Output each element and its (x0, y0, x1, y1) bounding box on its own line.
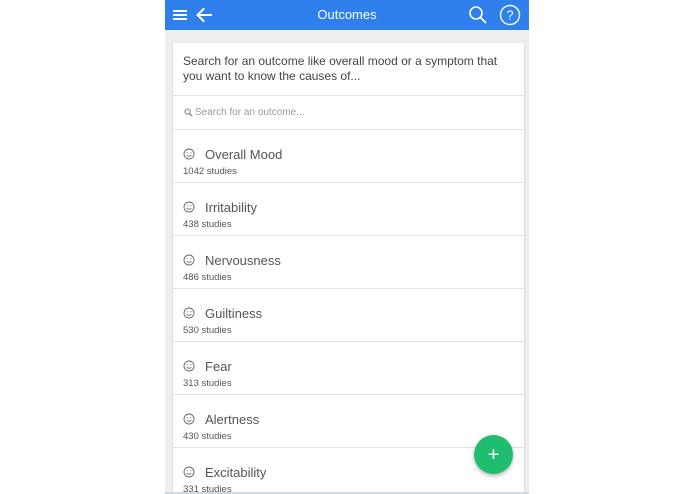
outcome-item[interactable]: Overall Mood 1042 studies (173, 130, 524, 183)
outcome-list: Overall Mood 1042 studies Irritability 438 … (173, 130, 524, 494)
help-button[interactable]: ? (497, 0, 523, 30)
search-icon (469, 6, 487, 24)
face-icon (183, 360, 195, 372)
outcome-item[interactable]: Excitability 331 studies (173, 448, 524, 494)
app-frame: Outcomes ? Search for an outcome like ov… (165, 0, 529, 494)
face-icon (183, 307, 195, 319)
add-outcome-button[interactable]: + (474, 435, 513, 474)
back-arrow-icon (196, 7, 212, 23)
outcome-study-count: 438 studies (183, 219, 232, 230)
help-icon: ? (499, 4, 521, 26)
outcome-name: Overall Mood (205, 147, 283, 162)
intro-text: Search for an outcome like overall mood … (173, 43, 524, 96)
outcome-item[interactable]: Irritability 438 studies (173, 183, 524, 236)
outcome-name: Alertness (205, 412, 260, 427)
menu-icon (173, 10, 187, 20)
face-icon (183, 413, 195, 425)
outcome-name: Fear (205, 359, 232, 374)
outcome-study-count: 313 studies (183, 378, 232, 389)
face-icon (183, 254, 195, 266)
outcomes-card: Search for an outcome like overall mood … (173, 43, 524, 494)
outcome-study-count: 486 studies (183, 272, 232, 283)
search-field-icon (184, 108, 193, 117)
search-row[interactable] (173, 96, 524, 130)
outcome-study-count: 331 studies (183, 484, 232, 494)
search-button[interactable] (465, 0, 491, 30)
back-button[interactable] (191, 0, 217, 30)
plus-icon: + (487, 443, 500, 466)
menu-button[interactable] (167, 0, 193, 30)
outcome-name: Irritability (205, 200, 258, 215)
outcome-item[interactable]: Alertness 430 studies (173, 395, 524, 448)
outcome-study-count: 430 studies (183, 431, 232, 442)
search-input[interactable] (195, 103, 505, 121)
outcome-name: Nervousness (205, 253, 281, 268)
outcome-study-count: 1042 studies (183, 166, 237, 177)
outcome-name: Guiltiness (205, 306, 263, 321)
face-icon (183, 148, 195, 160)
outcome-item[interactable]: Guiltiness 530 studies (173, 289, 524, 342)
outcome-item[interactable]: Fear 313 studies (173, 342, 524, 395)
outcome-name: Excitability (205, 465, 267, 480)
top-toolbar: Outcomes ? (165, 0, 529, 30)
face-icon (183, 466, 195, 478)
svg-text:?: ? (506, 8, 513, 23)
face-icon (183, 201, 195, 213)
outcome-study-count: 530 studies (183, 325, 232, 336)
outcome-item[interactable]: Nervousness 486 studies (173, 236, 524, 289)
